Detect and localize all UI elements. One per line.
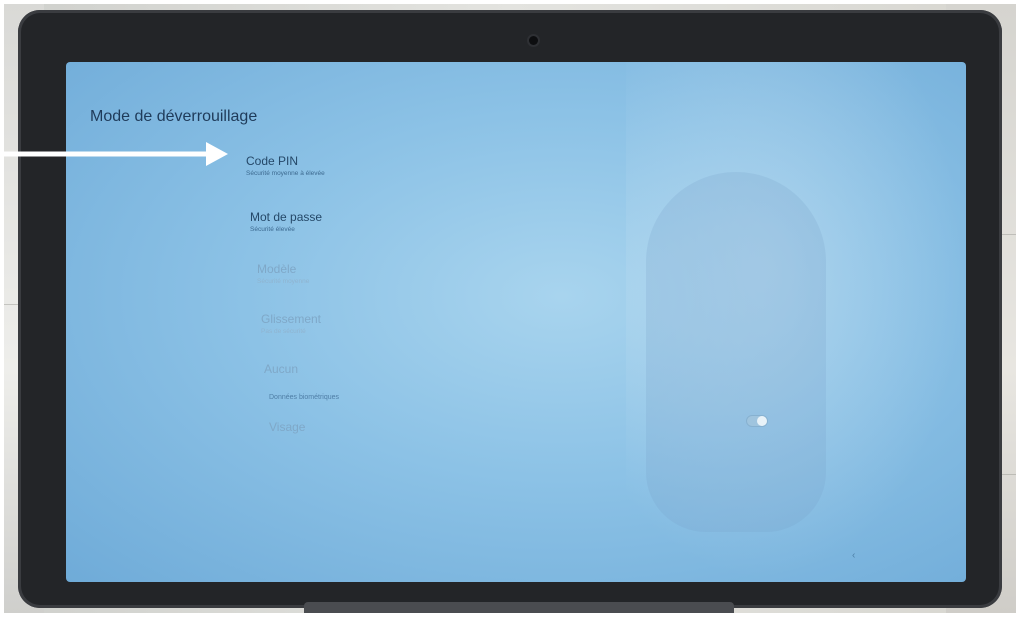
arrow-head-icon xyxy=(206,142,228,166)
annotation-arrow xyxy=(0,142,228,166)
